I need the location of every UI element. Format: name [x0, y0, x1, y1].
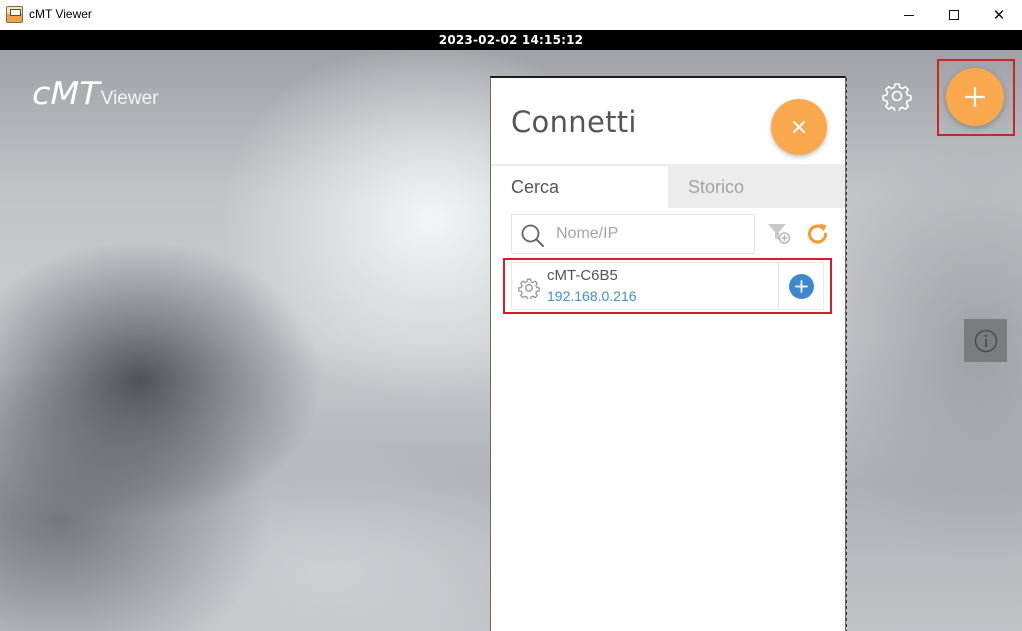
search-icon — [521, 224, 544, 247]
filter-button[interactable] — [766, 221, 792, 249]
tab-cerca[interactable]: Cerca — [491, 166, 668, 208]
plus-icon — [795, 280, 808, 293]
device-item[interactable]: cMT-C6B5 192.168.0.216 — [511, 262, 824, 310]
refresh-button[interactable] — [805, 221, 831, 251]
close-icon — [793, 121, 805, 133]
maximize-icon — [949, 10, 959, 20]
filter-add-icon — [768, 224, 791, 244]
device-settings-icon[interactable] — [518, 277, 540, 299]
tab-storico[interactable]: Storico — [668, 166, 845, 208]
window-titlebar: cMT Viewer ✕ — [0, 0, 1022, 30]
tab-cerca-label: Cerca — [511, 176, 560, 197]
info-icon — [974, 329, 997, 352]
device-divider — [778, 263, 779, 309]
app-logo: cMT Viewer — [32, 76, 158, 112]
close-window-icon: ✕ — [992, 6, 1006, 24]
tab-storico-label: Storico — [688, 176, 745, 197]
plus-icon — [964, 86, 986, 108]
search-input[interactable] — [556, 223, 746, 245]
device-add-button[interactable] — [789, 274, 814, 299]
settings-button[interactable] — [882, 81, 912, 113]
close-panel-button[interactable] — [771, 99, 827, 155]
add-connection-button[interactable] — [946, 68, 1004, 126]
logo-main-text: cMT — [32, 76, 100, 112]
search-box — [511, 214, 755, 254]
minimize-icon — [904, 14, 914, 16]
window-title: cMT Viewer — [29, 7, 92, 21]
device-ip: 192.168.0.216 — [547, 288, 637, 304]
gear-icon — [882, 83, 912, 113]
logo-sub-text: Viewer — [100, 88, 159, 109]
datetime-bar: 2023-02-02 14:15:12 — [0, 30, 1022, 50]
app-icon — [6, 6, 23, 23]
minimize-button[interactable] — [886, 0, 932, 30]
connect-panel: Connetti Cerca Storico Nome/IP cMT-C6B5 … — [490, 76, 847, 631]
device-name: cMT-C6B5 — [547, 267, 618, 284]
panel-title: Connetti — [511, 105, 637, 139]
maximize-button[interactable] — [931, 0, 977, 30]
close-window-button[interactable]: ✕ — [976, 0, 1022, 30]
info-button[interactable] — [964, 319, 1007, 362]
refresh-icon — [808, 223, 828, 244]
datetime-text: 2023-02-02 14:15:12 — [438, 33, 584, 47]
